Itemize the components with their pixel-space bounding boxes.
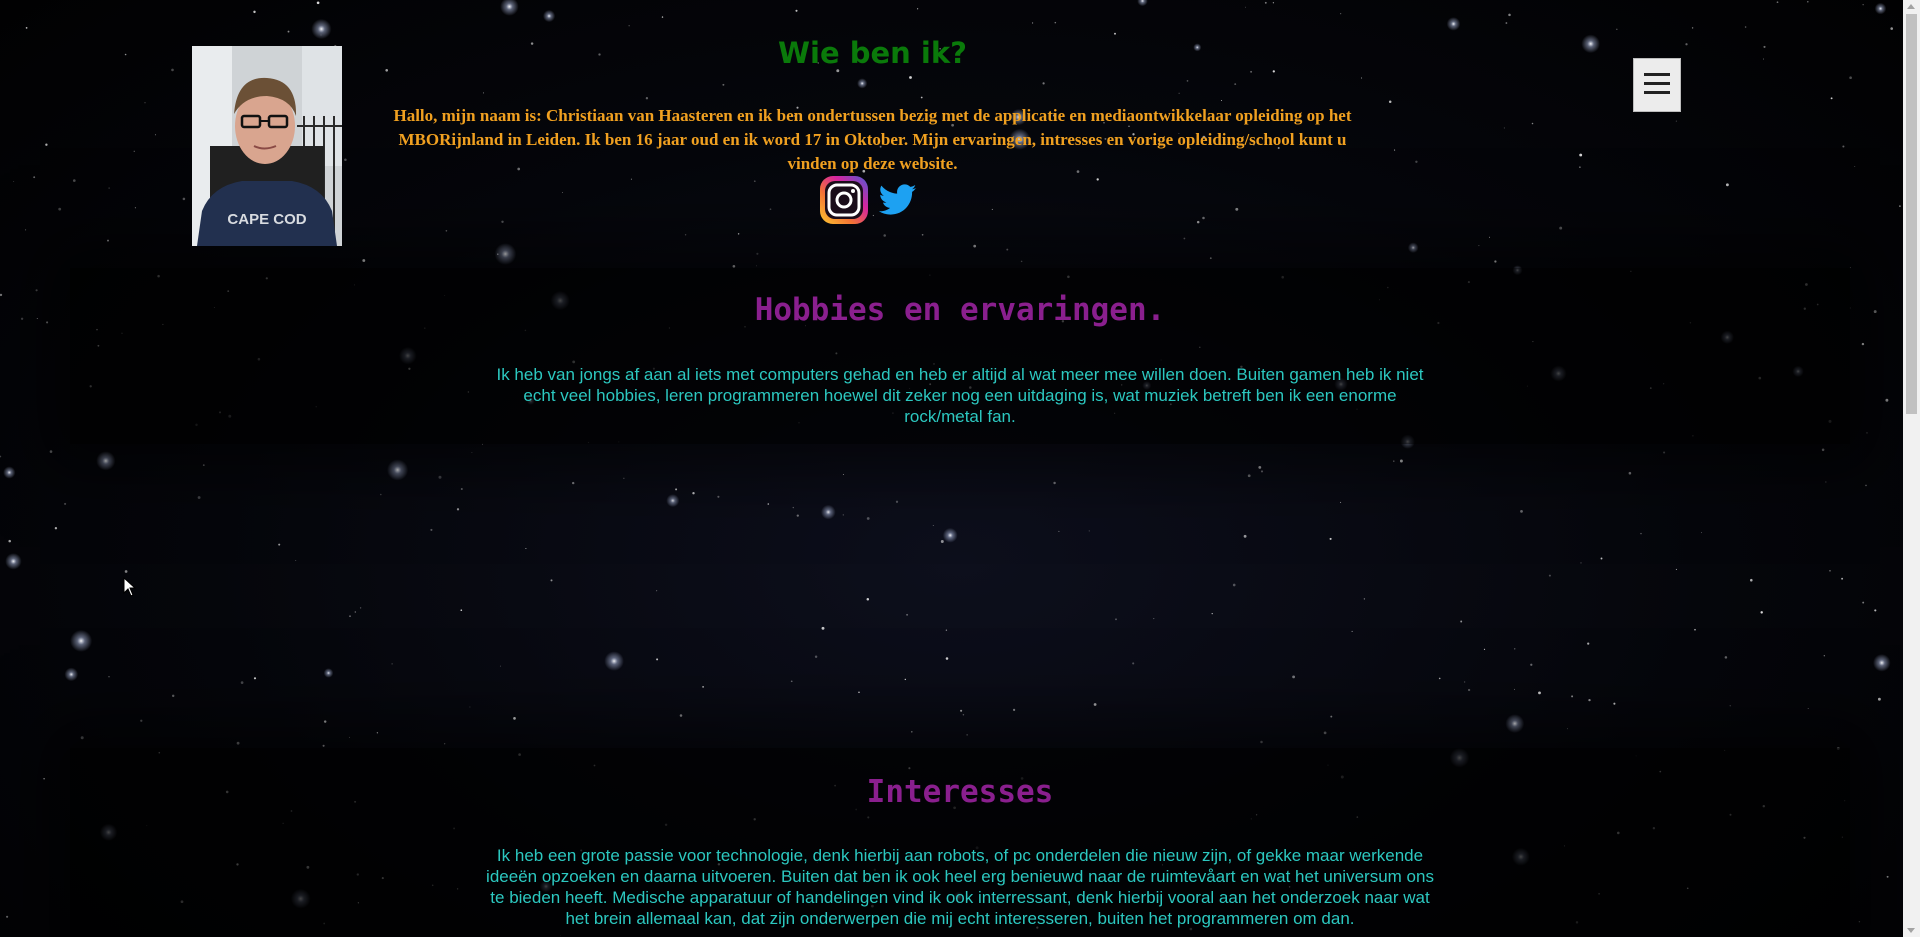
interests-text: Ik heb een grote passie voor technologie… — [486, 846, 1434, 928]
instagram-link[interactable] — [819, 175, 869, 230]
hobbies-section: Hobbies en ervaringen. Ik heb van jongs … — [70, 268, 1850, 444]
page-background: CAPE COD Wie ben ik? Hallo, mijn naam is… — [0, 0, 1920, 937]
mouse-cursor-icon — [123, 576, 137, 602]
instagram-icon — [819, 176, 869, 229]
scrollbar-thumb[interactable] — [1906, 14, 1917, 414]
page-title: Wie ben ik? — [778, 36, 967, 70]
profile-photo: CAPE COD — [192, 46, 342, 246]
social-links — [819, 175, 917, 230]
intro-paragraph: Hallo, mijn naam is: Christiaan van Haas… — [393, 106, 1352, 173]
interests-section: Interesses Ik heb een grote passie voor … — [70, 748, 1850, 937]
twitter-link[interactable] — [878, 184, 917, 221]
scroll-down-arrow-icon[interactable] — [1907, 928, 1915, 933]
twitter-icon — [878, 184, 917, 220]
shirt-text: CAPE COD — [227, 211, 306, 228]
hobbies-text: Ik heb van jongs af aan al iets met comp… — [496, 365, 1424, 426]
menu-button[interactable] — [1633, 58, 1681, 112]
interests-title: Interesses — [866, 774, 1054, 810]
hamburger-menu-icon — [1642, 68, 1672, 103]
vertical-scrollbar[interactable] — [1903, 0, 1920, 937]
scroll-up-arrow-icon[interactable] — [1907, 4, 1915, 9]
hobbies-title: Hobbies en ervaringen. — [754, 292, 1166, 328]
